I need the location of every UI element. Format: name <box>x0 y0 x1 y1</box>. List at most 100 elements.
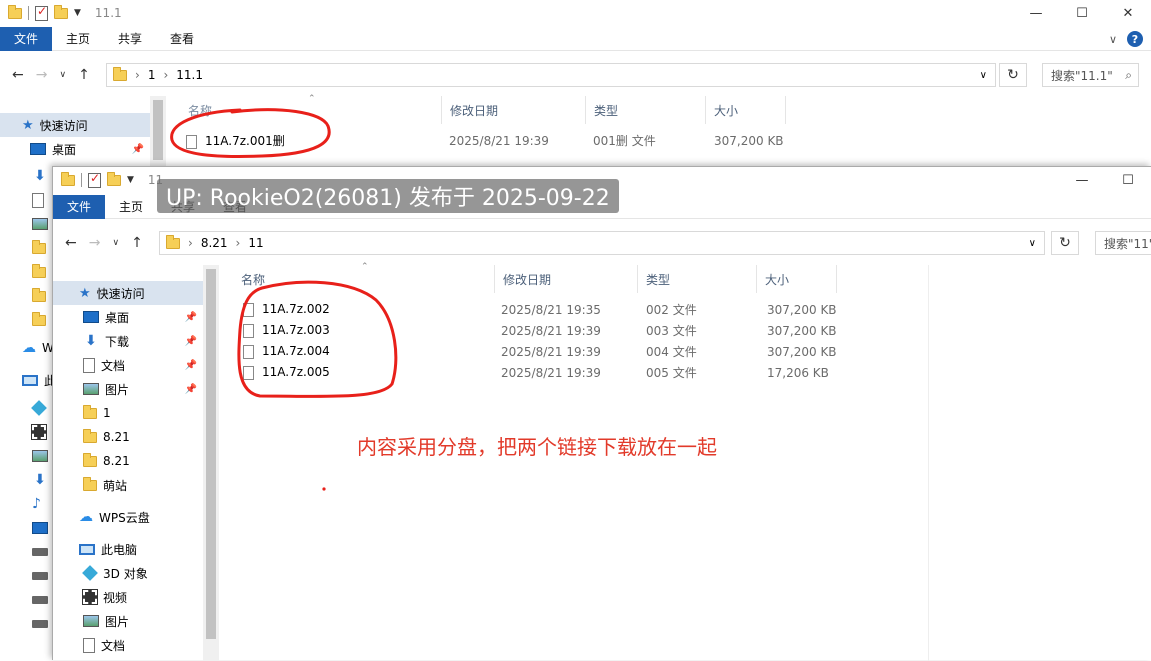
back-title-bar: ▼ 11.1 — ☐ ✕ <box>0 0 1151 26</box>
drive-icon <box>32 548 48 556</box>
sidebar-item-pictures[interactable]: 图片 <box>53 609 203 633</box>
back-arrow-icon[interactable]: ← <box>12 67 24 83</box>
sidebar-item-downloads[interactable]: ⬇ 下载 📌 <box>53 329 203 353</box>
sidebar-item-label: 下载 <box>105 334 130 349</box>
sidebar-item-folder-8-21[interactable]: 8.21 <box>53 425 203 449</box>
table-row[interactable]: 11A.7z.005 2025/8/21 19:39 005 文件 17,206… <box>243 362 883 383</box>
customize-dropdown-icon[interactable]: ▼ <box>74 8 81 18</box>
table-row[interactable]: 11A.7z.001删 2025/8/21 19:39 001删 文件 307,… <box>186 130 1146 151</box>
customize-dropdown-icon[interactable]: ▼ <box>127 175 134 185</box>
breadcrumb-item[interactable]: 1 <box>148 68 156 82</box>
maximize-icon[interactable]: ☐ <box>1059 0 1105 26</box>
sidebar-item-folder-8-21[interactable]: 8.21 <box>53 449 203 473</box>
file-size: 307,200 KB <box>767 323 837 338</box>
column-size[interactable]: 大小 <box>706 96 786 124</box>
sidebar-item-folder-1[interactable]: 1 <box>53 401 203 425</box>
help-icon[interactable]: ? <box>1127 31 1143 47</box>
properties-icon[interactable] <box>88 171 101 188</box>
column-date[interactable]: 修改日期 <box>442 96 586 124</box>
front-sidebar-scrollbar[interactable] <box>203 265 219 661</box>
sidebar-item-documents[interactable]: 文档 <box>53 633 203 657</box>
star-icon: ★ <box>22 117 34 133</box>
folder-icon <box>32 263 46 278</box>
new-folder-icon[interactable] <box>107 171 121 186</box>
tab-home[interactable]: 主页 <box>52 27 104 51</box>
properties-icon[interactable] <box>35 4 48 21</box>
front-sidebar: ★ 快速访问 桌面 📌 ⬇ 下载 📌 文档 📌 图片 📌 1 8.21 8.21… <box>53 281 203 657</box>
sidebar-item-desktop[interactable]: 桌面 📌 <box>0 137 150 161</box>
address-bar[interactable]: › 1 › 11.1 ∨ <box>106 63 996 87</box>
minimize-icon[interactable]: — <box>1059 167 1105 193</box>
up-arrow-icon[interactable]: ↑ <box>131 235 143 251</box>
column-date[interactable]: 修改日期 <box>495 265 638 293</box>
sidebar-item-label: 快速访问 <box>39 118 88 133</box>
file-date: 2025/8/21 19:39 <box>449 133 549 148</box>
separator <box>28 6 29 20</box>
file-date: 2025/8/21 19:39 <box>501 344 601 359</box>
folder-icon[interactable] <box>61 171 75 186</box>
sidebar-item-wps-cloud[interactable]: ☁ WPS云盘 <box>53 505 203 529</box>
forward-arrow-icon[interactable]: → <box>36 67 48 83</box>
table-row[interactable]: 11A.7z.002 2025/8/21 19:35 002 文件 307,20… <box>243 299 883 320</box>
sidebar-item-quick-access[interactable]: ★ 快速访问 <box>0 113 150 137</box>
music-icon: ♪ <box>32 496 41 512</box>
tab-view[interactable]: 查看 <box>156 27 208 51</box>
sidebar-item-this-pc[interactable]: 此电脑 <box>53 537 203 561</box>
pin-icon: 📌 <box>184 311 197 323</box>
sidebar-item-videos[interactable]: 视频 <box>53 585 203 609</box>
table-row[interactable]: 11A.7z.004 2025/8/21 19:39 004 文件 307,20… <box>243 341 883 362</box>
column-type[interactable]: 类型 <box>586 96 706 124</box>
sidebar-item-folder-mengzhan[interactable]: 萌站 <box>53 473 203 497</box>
breadcrumb-item[interactable]: 8.21 <box>201 236 228 250</box>
search-input[interactable]: 搜索"11.1" ⌕ <box>1042 63 1139 87</box>
recent-locations-icon[interactable]: ∨ <box>59 70 66 80</box>
breadcrumb-item[interactable]: 11.1 <box>176 68 203 82</box>
folder-icon[interactable] <box>8 4 22 19</box>
sidebar-item-label: 萌站 <box>103 478 128 493</box>
breadcrumb-item[interactable]: 11 <box>248 236 263 250</box>
tab-share[interactable]: 共享 <box>104 27 156 51</box>
tab-home[interactable]: 主页 <box>105 195 157 219</box>
address-dropdown-icon[interactable]: ∨ <box>1029 238 1036 249</box>
document-icon <box>83 637 95 653</box>
table-row[interactable]: 11A.7z.003 2025/8/21 19:39 003 文件 307,20… <box>243 320 883 341</box>
sidebar-item-desktop[interactable]: 桌面 📌 <box>53 305 203 329</box>
front-column-headers: 名称 修改日期 类型 大小 <box>233 265 933 293</box>
tab-file[interactable]: 文件 <box>53 194 106 219</box>
refresh-icon[interactable]: ↻ <box>1051 231 1079 255</box>
close-icon[interactable]: ✕ <box>1105 0 1151 26</box>
nav-buttons: ← → ∨ ↑ <box>12 67 90 83</box>
address-dropdown-icon[interactable]: ∨ <box>980 70 987 81</box>
sidebar-item-pictures[interactable]: 图片 📌 <box>53 377 203 401</box>
folder-icon <box>113 66 127 81</box>
back-arrow-icon[interactable]: ← <box>65 235 77 251</box>
sidebar-item-label: WPS云盘 <box>99 510 150 525</box>
picture-icon <box>32 450 48 462</box>
document-icon <box>83 357 95 373</box>
sidebar-item-pc-partial: 此 <box>22 372 56 389</box>
file-name: 11A.7z.004 <box>262 344 330 359</box>
tab-file[interactable]: 文件 <box>0 26 53 51</box>
sidebar-item-label: 1 <box>103 406 111 420</box>
sidebar-item-documents[interactable]: 文档 📌 <box>53 353 203 377</box>
maximize-icon[interactable]: ☐ <box>1105 167 1151 193</box>
search-input[interactable]: 搜索"11" <box>1095 231 1151 255</box>
up-arrow-icon[interactable]: ↑ <box>78 67 90 83</box>
file-type: 005 文件 <box>646 366 697 380</box>
forward-arrow-icon[interactable]: → <box>89 235 101 251</box>
sidebar-item-3d-objects[interactable]: 3D 对象 <box>53 561 203 585</box>
address-bar[interactable]: › 8.21 › 11 ∨ <box>159 231 1045 255</box>
drive-icon <box>32 572 48 580</box>
refresh-icon[interactable]: ↻ <box>999 63 1027 87</box>
column-size[interactable]: 大小 <box>757 265 837 293</box>
sidebar-item-quick-access[interactable]: ★ 快速访问 <box>53 281 203 305</box>
recent-locations-icon[interactable]: ∨ <box>112 238 119 248</box>
search-placeholder: 搜索"11.1" <box>1051 68 1113 83</box>
sidebar-item-label: 3D 对象 <box>103 566 148 581</box>
new-folder-icon[interactable] <box>54 4 68 19</box>
pin-icon: 📌 <box>184 359 197 371</box>
column-type[interactable]: 类型 <box>638 265 757 293</box>
minimize-icon[interactable]: — <box>1013 0 1059 26</box>
folder-icon <box>83 404 97 419</box>
expand-ribbon-icon[interactable]: ∨ <box>1109 33 1117 46</box>
